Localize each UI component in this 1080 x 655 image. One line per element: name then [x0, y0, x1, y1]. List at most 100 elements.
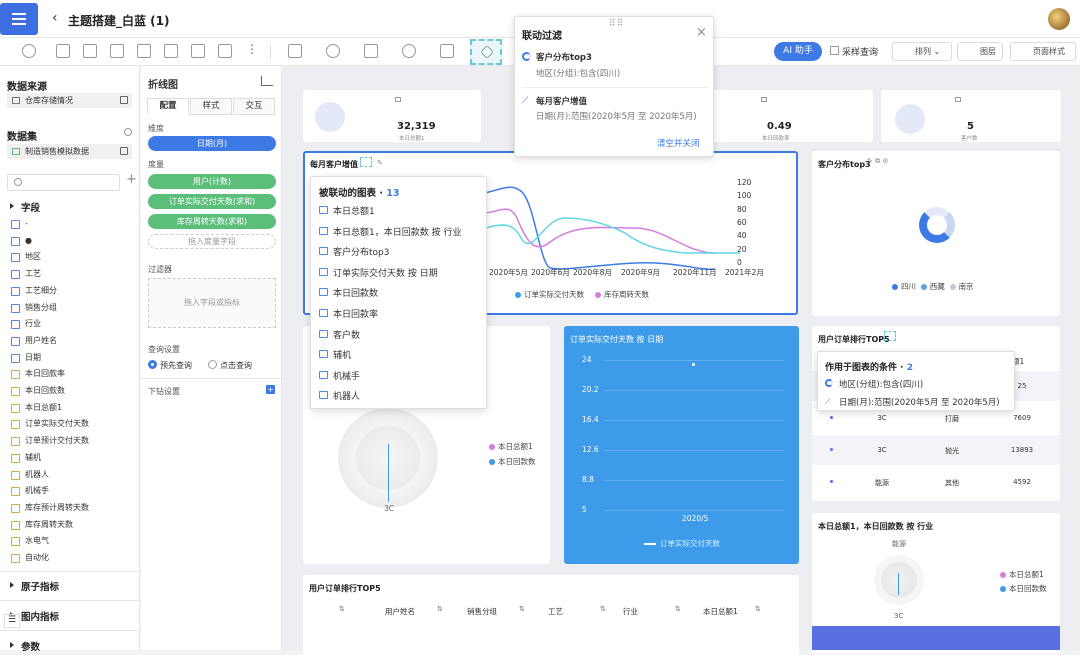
table-row[interactable]: 3C 抛光 13893 — [812, 435, 1060, 465]
link-icon[interactable] — [884, 331, 896, 341]
table-header-cell[interactable]: 行业 — [623, 606, 638, 617]
menu-icon[interactable] — [0, 3, 38, 35]
field-item[interactable]: 本日回款率 — [11, 367, 65, 381]
field-item[interactable]: 工艺 — [11, 267, 41, 281]
fields-section-toggle[interactable]: 字段 — [9, 200, 40, 214]
grid-icon[interactable] — [137, 44, 151, 58]
tab-config[interactable]: 配置 — [147, 98, 189, 115]
measure-pill-stock[interactable]: 库存周转天数(求和) — [148, 214, 276, 229]
back-icon[interactable]: ‹ — [52, 10, 58, 26]
field-item[interactable]: 用户姓名 — [11, 334, 57, 348]
pie-chart-card[interactable]: 客户分布top3 ✎ ⧉ ⊘ 四川 西藏 南京 — [812, 151, 1060, 316]
field-item[interactable]: 自动化 — [11, 551, 49, 565]
field-item[interactable]: 订单实际交付天数 — [11, 417, 89, 431]
measure-pill-users[interactable]: 用户(计数) — [148, 174, 276, 189]
dimension-pill[interactable]: 日期(月) — [148, 136, 276, 151]
zoom-icon[interactable] — [22, 44, 36, 58]
field-item[interactable]: 订单预计交付天数 — [11, 434, 89, 448]
add-drill-icon[interactable]: + — [266, 385, 275, 394]
datasource-item[interactable]: 仓库存储情况 — [7, 93, 132, 108]
avatar[interactable] — [1048, 8, 1070, 30]
bottom-table-card[interactable]: 用户订单排行TOP5 用户姓名 销售分组 工艺 行业 本日总额1 ⇅ ⇅ ⇅ ⇅ ⇅ ⇅ — [303, 575, 799, 655]
atomic-metrics-toggle[interactable]: 原子指标 — [9, 579, 59, 593]
field-item[interactable]: - — [11, 217, 28, 231]
component-icon[interactable] — [218, 44, 232, 58]
link-filter-icon[interactable] — [470, 39, 502, 65]
field-item[interactable]: 机器人 — [11, 468, 49, 482]
sort-icon[interactable]: ⇅ — [339, 605, 345, 613]
search-icon[interactable] — [124, 128, 132, 136]
linked-chart-item[interactable]: 本日回款率 — [319, 307, 378, 320]
measure-dropzone[interactable]: 拖入度量字段 — [148, 234, 276, 249]
field-search-input[interactable] — [7, 174, 120, 191]
copy-icon[interactable] — [120, 96, 128, 104]
kpi-card-total[interactable]: 32,319 本日总额1 — [303, 90, 481, 142]
measure-pill-delivery[interactable]: 订单实际交付天数(求和) — [148, 194, 276, 209]
dataset-item[interactable]: 制造销售模拟数据 — [7, 144, 132, 159]
field-item[interactable]: 地区 — [11, 250, 41, 264]
edit-icon[interactable]: ✎ — [377, 159, 383, 167]
share-icon[interactable] — [402, 44, 416, 58]
filter-icon[interactable] — [191, 44, 205, 58]
copy-icon[interactable] — [120, 147, 128, 155]
sort-icon[interactable]: ⇅ — [437, 605, 443, 613]
field-item[interactable]: 本日回款数 — [11, 384, 65, 398]
drag-handle-icon[interactable]: ⠿⠿ — [609, 19, 624, 29]
text-icon[interactable] — [83, 44, 97, 58]
tab-style[interactable]: 样式 — [190, 98, 232, 115]
edit-icon[interactable]: ✎ ⧉ ⊘ — [867, 157, 888, 166]
image-icon[interactable] — [56, 44, 70, 58]
line-chart-icon[interactable] — [261, 76, 273, 86]
table-header-cell[interactable]: 销售分组 — [467, 606, 497, 617]
field-item[interactable]: 库存预计周转天数 — [11, 501, 89, 515]
linked-chart-item[interactable]: 订单实际交付天数 按 日期 — [319, 266, 438, 279]
field-item[interactable]: 辅机 — [11, 451, 41, 465]
field-item[interactable]: 机械手 — [11, 484, 49, 498]
sort-icon[interactable]: ⇅ — [755, 605, 761, 613]
table-icon[interactable] — [110, 44, 124, 58]
linked-chart-item[interactable]: 本日回款数 — [319, 286, 378, 299]
sort-icon[interactable]: ⇅ — [600, 605, 606, 613]
resize-icon[interactable] — [364, 44, 378, 58]
linked-chart-item[interactable]: 机器人 — [319, 389, 360, 402]
filter-dropzone[interactable]: 拖入字段或指标 — [148, 278, 276, 328]
export-icon[interactable] — [440, 44, 454, 58]
table-row[interactable]: 能源 其他 4592 — [812, 467, 1060, 497]
field-item[interactable]: 日期 — [11, 351, 41, 365]
ai-assistant-button[interactable]: AI 助手 — [774, 42, 822, 61]
sample-query-checkbox[interactable] — [830, 46, 839, 55]
table-header-cell[interactable]: 工艺 — [548, 606, 563, 617]
present-icon[interactable] — [288, 44, 302, 58]
collapse-panel-icon[interactable]: ☰ — [4, 614, 20, 628]
blue-chart-card[interactable]: 订单实际交付天数 按 日期 24 20.2 16.4 12.6 8.8 5 2020/5 … — [564, 326, 799, 564]
radar-card-right[interactable]: 本日总额1，本日回款数 按 行业 能源 3C 本日总额1 本日回款数 — [812, 513, 1060, 653]
linked-chart-item[interactable]: 辅机 — [319, 348, 351, 361]
sort-button[interactable]: 排列 ⌄ — [892, 42, 952, 61]
field-item[interactable]: 库存周转天数 — [11, 518, 73, 532]
add-field-icon[interactable]: + — [126, 172, 137, 187]
table-header-cell[interactable]: 本日总额1 — [703, 606, 738, 617]
table-header-cell[interactable]: 用户姓名 — [385, 606, 415, 617]
document-icon[interactable] — [164, 44, 178, 58]
field-item[interactable]: 行业 — [11, 317, 41, 331]
link-icon[interactable] — [360, 157, 372, 167]
field-item[interactable]: ● — [11, 234, 32, 248]
refresh-icon[interactable] — [326, 44, 340, 58]
kpi-card-customers[interactable]: 5 客户数 — [881, 90, 1061, 142]
linked-chart-item[interactable]: 客户分布top3 — [319, 245, 389, 258]
linked-chart-item[interactable]: 客户数 — [319, 328, 360, 341]
field-item[interactable]: 水电气 — [11, 534, 49, 548]
tab-interaction[interactable]: 交互 — [233, 98, 275, 115]
more-icon[interactable]: ⋮ — [246, 43, 260, 58]
field-item[interactable]: 工艺细分 — [11, 284, 57, 298]
linked-chart-item[interactable]: 机械手 — [319, 369, 360, 382]
sort-icon[interactable]: ⇅ — [675, 605, 681, 613]
field-item[interactable]: 本日总额1 — [11, 401, 62, 415]
page-style-button[interactable]: 页面样式 — [1010, 42, 1076, 61]
layer-button[interactable]: 图层 — [957, 42, 1003, 61]
close-icon[interactable]: × — [696, 25, 707, 40]
clear-and-close-button[interactable]: 清空并关闭 — [657, 137, 700, 149]
params-toggle[interactable]: 参数 — [9, 639, 40, 653]
prequery-radio[interactable] — [148, 360, 157, 369]
sort-icon[interactable]: ⇅ — [519, 605, 525, 613]
